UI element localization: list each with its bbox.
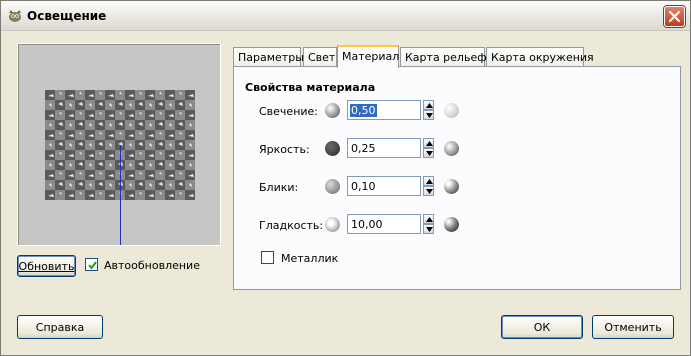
material-section-title: Свойства материала bbox=[245, 81, 376, 94]
spin-up-icon[interactable] bbox=[423, 138, 434, 148]
sphere-soft-icon bbox=[325, 217, 340, 232]
metallic-label: Металлик bbox=[281, 252, 339, 265]
smoothness-spinner[interactable] bbox=[423, 214, 434, 234]
auto-update-checkbox[interactable] bbox=[85, 258, 98, 271]
glow-label: Свечение: bbox=[259, 105, 319, 118]
tab-bump-map[interactable]: Карта рельефа bbox=[400, 47, 493, 67]
spin-down-icon[interactable] bbox=[423, 110, 434, 120]
sphere-dull-icon bbox=[325, 179, 340, 194]
window-title: Освещение bbox=[27, 9, 107, 23]
glow-input[interactable]: 0,50 bbox=[347, 100, 421, 120]
preview-area bbox=[17, 43, 221, 246]
sphere-highlight-icon bbox=[444, 179, 459, 194]
sphere-dark-icon bbox=[325, 141, 340, 156]
spin-down-icon[interactable] bbox=[423, 148, 434, 158]
highlights-spinner[interactable] bbox=[423, 176, 434, 196]
spin-up-icon[interactable] bbox=[423, 214, 434, 224]
sphere-bright-icon bbox=[444, 141, 459, 156]
auto-update-label: Автообновление bbox=[104, 259, 200, 272]
sphere-glow-bright-icon bbox=[444, 103, 459, 118]
brightness-label: Яркость: bbox=[259, 143, 310, 156]
ok-button[interactable]: ОК bbox=[501, 315, 583, 339]
sphere-smooth-icon bbox=[444, 217, 459, 232]
checkmark-icon bbox=[88, 261, 97, 270]
light-direction-line bbox=[120, 145, 121, 245]
dialog-window: Освещение Обновить Автообновление Параме… bbox=[0, 0, 691, 356]
highlights-label: Блики: bbox=[259, 181, 299, 194]
tab-environment-map[interactable]: Карта окружения bbox=[486, 47, 594, 67]
tab-material[interactable]: Материал bbox=[337, 45, 399, 68]
glow-spinner[interactable] bbox=[423, 100, 434, 120]
tab-light[interactable]: Свет bbox=[303, 47, 337, 67]
brightness-spinner[interactable] bbox=[423, 138, 434, 158]
spin-up-icon[interactable] bbox=[423, 176, 434, 186]
help-button[interactable]: Справка bbox=[17, 315, 103, 339]
metallic-checkbox[interactable] bbox=[261, 251, 274, 264]
spin-down-icon[interactable] bbox=[423, 224, 434, 234]
close-button[interactable] bbox=[664, 6, 685, 27]
smoothness-input[interactable]: 10,00 bbox=[347, 214, 421, 234]
spin-up-icon[interactable] bbox=[423, 100, 434, 110]
spin-down-icon[interactable] bbox=[423, 186, 434, 196]
highlights-input[interactable]: 0,10 bbox=[347, 176, 421, 196]
tab-parameters[interactable]: Параметры bbox=[233, 47, 304, 67]
gimp-icon bbox=[9, 10, 21, 22]
title-bar: Освещение bbox=[1, 1, 690, 31]
close-icon bbox=[668, 10, 681, 23]
cancel-button[interactable]: Отменить bbox=[592, 315, 674, 339]
update-button[interactable]: Обновить bbox=[17, 255, 76, 277]
sphere-glow-icon bbox=[325, 103, 340, 118]
smoothness-label: Гладкость: bbox=[259, 219, 324, 232]
brightness-input[interactable]: 0,25 bbox=[347, 138, 421, 158]
